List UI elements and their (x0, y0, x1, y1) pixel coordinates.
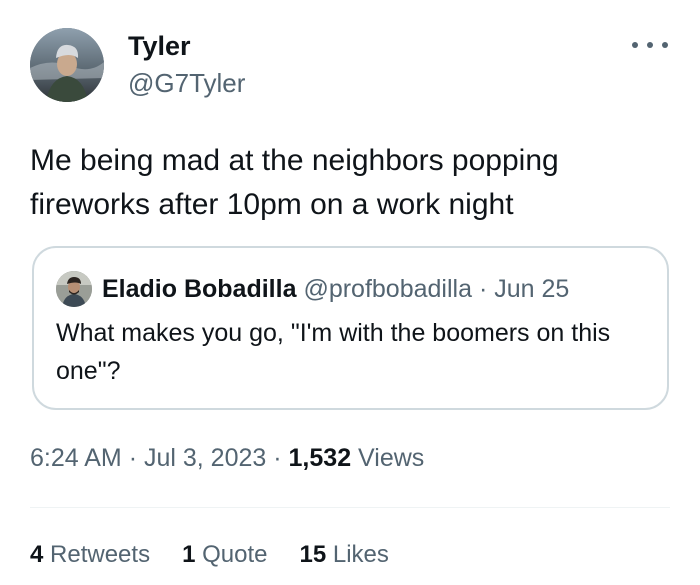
tweet-text: Me being mad at the neighbors popping fi… (30, 144, 559, 221)
retweets-stat[interactable]: 4 Retweets (30, 538, 150, 572)
quotes-stat[interactable]: 1 Quote (182, 538, 267, 572)
quoted-tweet-date[interactable]: Jun 25 (494, 275, 569, 303)
separator: · (273, 444, 282, 472)
likes-stat[interactable]: 15 Likes (300, 538, 389, 572)
views-count: 1,532 (288, 444, 352, 472)
tweet: Tyler @G7Tyler Me being mad at the neigh… (0, 0, 700, 585)
likes-label: Likes (332, 541, 389, 568)
author-name[interactable]: Tyler (128, 30, 191, 62)
retweets-count: 4 (30, 541, 44, 568)
quotes-label: Quote (202, 541, 268, 568)
separator: · (128, 444, 138, 472)
author-avatar[interactable] (30, 28, 104, 102)
dot (632, 42, 638, 48)
engagement-stats: 4 Retweets 1 Quote 15 Likes (30, 538, 421, 572)
retweets-label: Retweets (50, 541, 151, 568)
quoted-tweet-text: What makes you go, "I'm with the boomers… (56, 319, 611, 385)
quoted-author-name[interactable]: Eladio Bobadilla (102, 275, 296, 303)
quoted-author-avatar[interactable] (56, 271, 92, 307)
dot (647, 42, 653, 48)
quoted-tweet-header: Eladio Bobadilla @profbobadilla · Jun 25 (102, 273, 569, 305)
views-label: Views (358, 444, 425, 472)
more-options-icon[interactable] (632, 34, 668, 56)
separator: · (478, 275, 488, 303)
tweet-time[interactable]: 6:24 AM (30, 444, 122, 472)
user-avatar-icon (30, 28, 104, 102)
author-handle[interactable]: @G7Tyler (128, 67, 245, 99)
user-avatar-icon (56, 271, 92, 307)
quoted-tweet-card[interactable]: Eladio Bobadilla @profbobadilla · Jun 25… (32, 246, 669, 410)
likes-count: 15 (299, 541, 327, 568)
dot (662, 42, 668, 48)
tweet-meta: 6:24 AM · Jul 3, 2023 · 1,532 Views (30, 441, 424, 475)
divider (30, 507, 670, 508)
quotes-count: 1 (182, 541, 196, 568)
tweet-date[interactable]: Jul 3, 2023 (144, 444, 266, 472)
quoted-author-handle[interactable]: @profbobadilla (303, 275, 472, 303)
